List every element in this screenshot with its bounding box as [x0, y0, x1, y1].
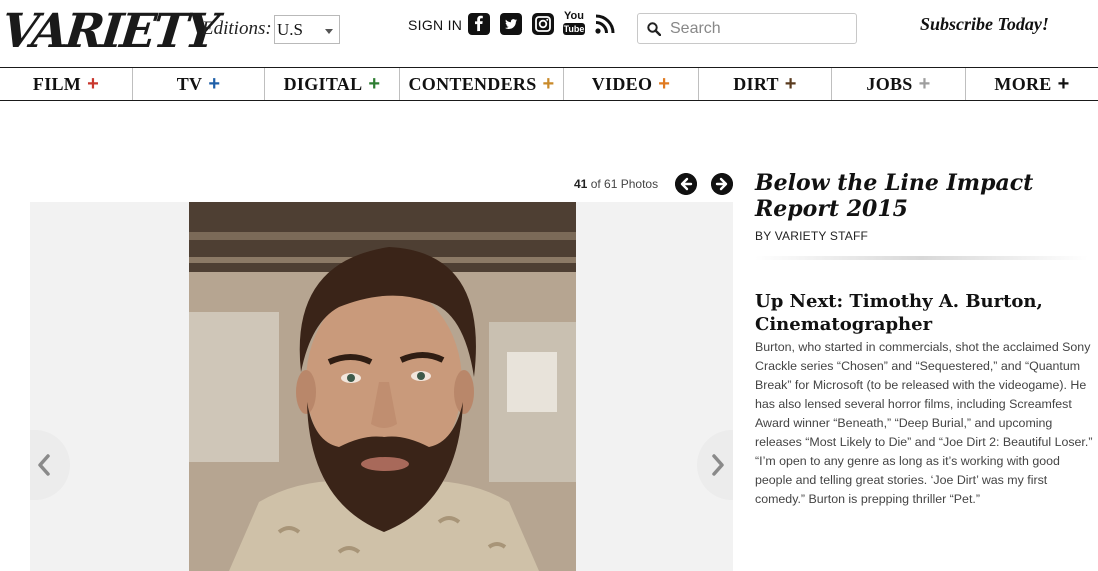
up-next-heading: Up Next: Timothy A. Burton, Cinematograp… — [755, 291, 1043, 335]
sign-in-link[interactable]: SIGN IN — [408, 17, 462, 33]
nav-digital[interactable]: DIGITAL + — [265, 68, 400, 100]
twitter-icon[interactable] — [500, 13, 522, 35]
photo-counter: 41 of 61 Photos — [574, 177, 658, 191]
plus-icon: + — [784, 72, 797, 95]
variety-logo[interactable]: VARIETY — [0, 4, 219, 60]
main-nav: FILM + TV + DIGITAL + CONTENDERS + VIDEO… — [0, 67, 1098, 101]
nav-label: CONTENDERS — [408, 73, 537, 94]
youtube-icon-bottom-text: Tube — [563, 23, 585, 35]
plus-icon: + — [87, 72, 100, 95]
nav-tv[interactable]: TV + — [133, 68, 265, 100]
nav-label: VIDEO — [591, 73, 653, 94]
nav-label: DIRT — [733, 73, 779, 94]
subscribe-link[interactable]: Subscribe Today! — [920, 14, 1049, 35]
rss-icon[interactable] — [594, 13, 616, 35]
photo-stage — [30, 202, 733, 571]
next-photo-button[interactable] — [711, 173, 733, 195]
nav-label: JOBS — [866, 73, 913, 94]
previous-photo-button[interactable] — [675, 173, 697, 195]
divider — [755, 256, 1088, 260]
search-input[interactable] — [670, 18, 850, 40]
nav-contenders[interactable]: CONTENDERS + — [400, 68, 564, 100]
nav-label: DIGITAL — [283, 73, 363, 94]
chevron-left-icon — [38, 454, 50, 476]
plus-icon: + — [658, 72, 671, 95]
plus-icon: + — [208, 72, 221, 95]
youtube-icon[interactable]: You Tube — [563, 11, 585, 37]
instagram-icon[interactable] — [532, 13, 554, 35]
plus-icon: + — [368, 72, 381, 95]
search-box[interactable] — [637, 13, 857, 44]
youtube-icon-top-text: You — [564, 10, 584, 22]
gallery-photo — [189, 202, 576, 571]
plus-icon: + — [918, 72, 931, 95]
nav-jobs[interactable]: JOBS + — [832, 68, 966, 100]
nav-label: FILM — [32, 73, 82, 94]
gallery-title: Below the Line Impact Report 2015 — [755, 170, 1034, 222]
photo-counter-current: 41 — [574, 177, 588, 191]
plus-icon: + — [542, 72, 555, 95]
search-icon — [647, 22, 661, 36]
nav-film[interactable]: FILM + — [0, 68, 133, 100]
stage-previous-button[interactable] — [30, 430, 70, 500]
nav-label: MORE — [994, 73, 1052, 94]
edition-select-value: U.S — [277, 20, 303, 39]
nav-dirt[interactable]: DIRT + — [699, 68, 832, 100]
chevron-down-icon — [325, 29, 333, 34]
photo-counter-total: of 61 Photos — [590, 177, 659, 191]
edition-select[interactable]: U.S — [274, 15, 340, 44]
editions-label: Editions: — [202, 18, 272, 39]
photo-caption: Burton, who started in commercials, shot… — [755, 340, 1093, 506]
nav-label: TV — [176, 73, 203, 94]
facebook-icon[interactable] — [468, 13, 490, 35]
portrait-image — [189, 202, 576, 571]
nav-video[interactable]: VIDEO + — [564, 68, 699, 100]
byline: BY VARIETY STAFF — [755, 229, 869, 243]
stage-next-button[interactable] — [697, 430, 733, 500]
plus-icon: + — [1057, 72, 1070, 95]
nav-more[interactable]: MORE + — [966, 68, 1098, 100]
chevron-right-icon — [712, 454, 724, 476]
